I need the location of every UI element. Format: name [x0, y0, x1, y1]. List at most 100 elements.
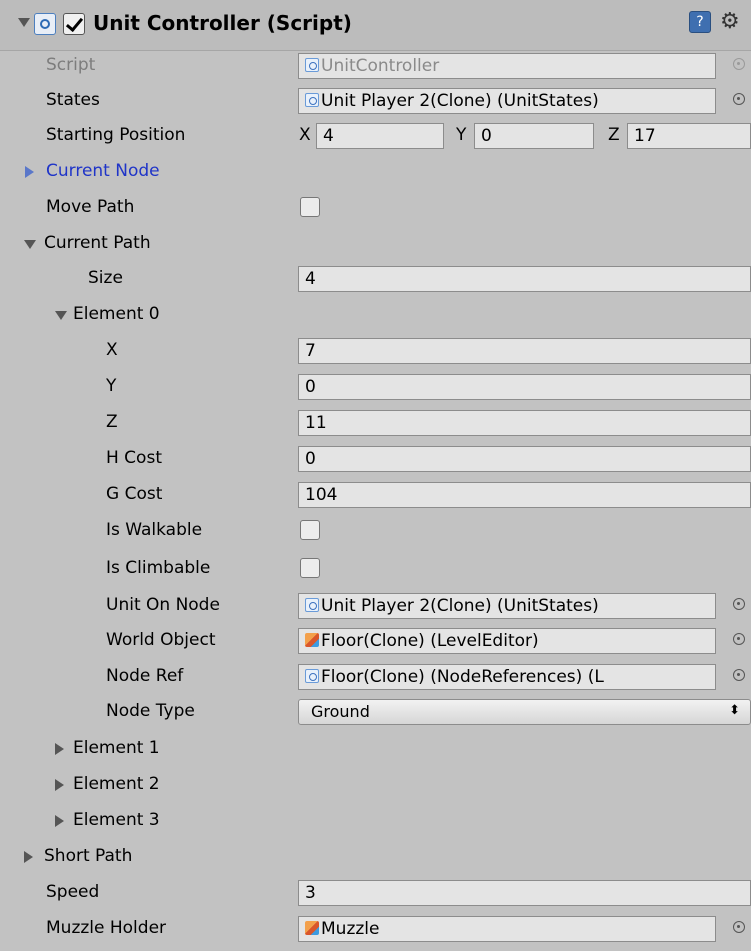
muzzle-holder-value: Muzzle [321, 919, 380, 939]
collapse-arrow-icon[interactable] [55, 311, 67, 320]
z-value: 17 [634, 126, 656, 146]
world-object-label: World Object [106, 630, 216, 650]
dropdown-arrow-icon: ⬍ [729, 703, 740, 718]
starting-position-x-field[interactable]: 4 [316, 123, 444, 149]
element-1-label[interactable]: Element 1 [73, 738, 160, 758]
unit-on-node-field[interactable]: Unit Player 2(Clone) (UnitStates) [298, 593, 716, 619]
move-path-label: Move Path [46, 197, 135, 217]
current-path-label[interactable]: Current Path [44, 233, 151, 253]
muzzle-holder-field[interactable]: Muzzle [298, 916, 716, 942]
is-climbable-label: Is Climbable [106, 558, 211, 578]
object-picker-icon [733, 58, 745, 70]
size-value: 4 [305, 269, 316, 289]
g-cost-label: G Cost [106, 484, 163, 504]
move-path-checkbox[interactable] [300, 197, 320, 217]
g-cost-row: G Cost 104 [0, 477, 751, 511]
object-picker-icon[interactable] [733, 93, 745, 105]
starting-position-z-field[interactable]: 17 [627, 123, 751, 149]
gameobject-icon [305, 633, 319, 647]
node-type-dropdown[interactable]: Ground ⬍ [298, 699, 751, 725]
h-cost-row: H Cost 0 [0, 441, 751, 475]
help-icon[interactable]: ? [689, 11, 711, 33]
object-picker-icon[interactable] [733, 669, 745, 681]
x-value: 4 [323, 126, 334, 146]
gameobject-icon [305, 921, 319, 935]
script-label: Script [46, 55, 96, 75]
script-row: Script UnitController [0, 48, 751, 82]
element-0-row[interactable]: Element 0 [0, 297, 751, 331]
current-node-label[interactable]: Current Node [46, 161, 160, 181]
expand-arrow-icon[interactable] [55, 779, 64, 791]
is-walkable-checkbox[interactable] [300, 520, 320, 540]
element-2-row[interactable]: Element 2 [0, 767, 751, 801]
node-ref-value: Floor(Clone) (NodeReferences) (L [321, 667, 604, 687]
node-ref-field[interactable]: Floor(Clone) (NodeReferences) (L [298, 664, 716, 690]
element-0-x-field[interactable]: 7 [298, 338, 751, 364]
states-field[interactable]: Unit Player 2(Clone) (UnitStates) [298, 88, 716, 114]
element-3-row[interactable]: Element 3 [0, 803, 751, 837]
h-cost-value: 0 [305, 449, 316, 469]
element-1-row[interactable]: Element 1 [0, 731, 751, 765]
component-enabled-checkbox[interactable] [63, 13, 85, 35]
size-field[interactable]: 4 [298, 266, 751, 292]
is-climbable-checkbox[interactable] [300, 558, 320, 578]
element-3-label[interactable]: Element 3 [73, 810, 160, 830]
component-title: Unit Controller (Script) [93, 11, 352, 35]
expand-arrow-icon[interactable] [24, 851, 33, 863]
speed-field[interactable]: 3 [298, 880, 751, 906]
states-row: States Unit Player 2(Clone) (UnitStates) [0, 83, 751, 117]
object-picker-icon[interactable] [733, 598, 745, 610]
component-header[interactable]: Unit Controller (Script) ? ⚙ [0, 0, 751, 51]
z-label: Z [106, 412, 118, 432]
object-picker-icon[interactable] [733, 633, 745, 645]
inspector-panel: Unit Controller (Script) ? ⚙ Script Unit… [0, 0, 751, 951]
script-icon [305, 93, 319, 107]
y-label: Y [106, 376, 117, 396]
element-0-label[interactable]: Element 0 [73, 304, 160, 324]
expand-arrow-icon[interactable] [55, 743, 64, 755]
z-axis-label: Z [608, 125, 620, 145]
unit-on-node-label: Unit On Node [106, 595, 220, 615]
h-cost-label: H Cost [106, 448, 162, 468]
move-path-row: Move Path [0, 190, 751, 224]
element-0-x-row: X 7 [0, 333, 751, 367]
element-2-label[interactable]: Element 2 [73, 774, 160, 794]
script-icon [305, 58, 319, 72]
collapse-arrow-icon[interactable] [18, 18, 30, 27]
current-path-row[interactable]: Current Path [0, 226, 751, 260]
node-type-value: Ground [311, 702, 370, 721]
states-value: Unit Player 2(Clone) (UnitStates) [321, 91, 599, 111]
gear-icon[interactable]: ⚙ [720, 9, 740, 34]
world-object-row: World Object Floor(Clone) (LevelEditor) [0, 623, 751, 657]
element-0-y-row: Y 0 [0, 369, 751, 403]
speed-label: Speed [46, 882, 100, 902]
g-cost-field[interactable]: 104 [298, 482, 751, 508]
starting-position-label: Starting Position [46, 125, 186, 145]
script-icon [305, 598, 319, 612]
element-0-y-field[interactable]: 0 [298, 374, 751, 400]
h-cost-field[interactable]: 0 [298, 446, 751, 472]
states-label: States [46, 90, 100, 110]
z-value: 11 [305, 413, 327, 433]
size-row: Size 4 [0, 261, 751, 295]
unit-on-node-row: Unit On Node Unit Player 2(Clone) (UnitS… [0, 588, 751, 622]
element-0-z-field[interactable]: 11 [298, 410, 751, 436]
unit-on-node-value: Unit Player 2(Clone) (UnitStates) [321, 596, 599, 616]
short-path-row[interactable]: Short Path [0, 839, 751, 873]
script-icon [305, 669, 319, 683]
size-label: Size [88, 268, 123, 288]
expand-arrow-icon[interactable] [25, 166, 34, 178]
collapse-arrow-icon[interactable] [24, 240, 36, 249]
starting-position-y-field[interactable]: 0 [474, 123, 594, 149]
short-path-label[interactable]: Short Path [44, 846, 132, 866]
speed-value: 3 [305, 883, 316, 903]
speed-row: Speed 3 [0, 875, 751, 909]
node-type-label: Node Type [106, 701, 195, 721]
x-value: 7 [305, 341, 316, 361]
current-node-row[interactable]: Current Node [0, 154, 751, 188]
y-axis-label: Y [456, 125, 467, 145]
object-picker-icon[interactable] [733, 921, 745, 933]
muzzle-holder-row: Muzzle Holder Muzzle [0, 911, 751, 945]
world-object-field[interactable]: Floor(Clone) (LevelEditor) [298, 628, 716, 654]
expand-arrow-icon[interactable] [55, 815, 64, 827]
